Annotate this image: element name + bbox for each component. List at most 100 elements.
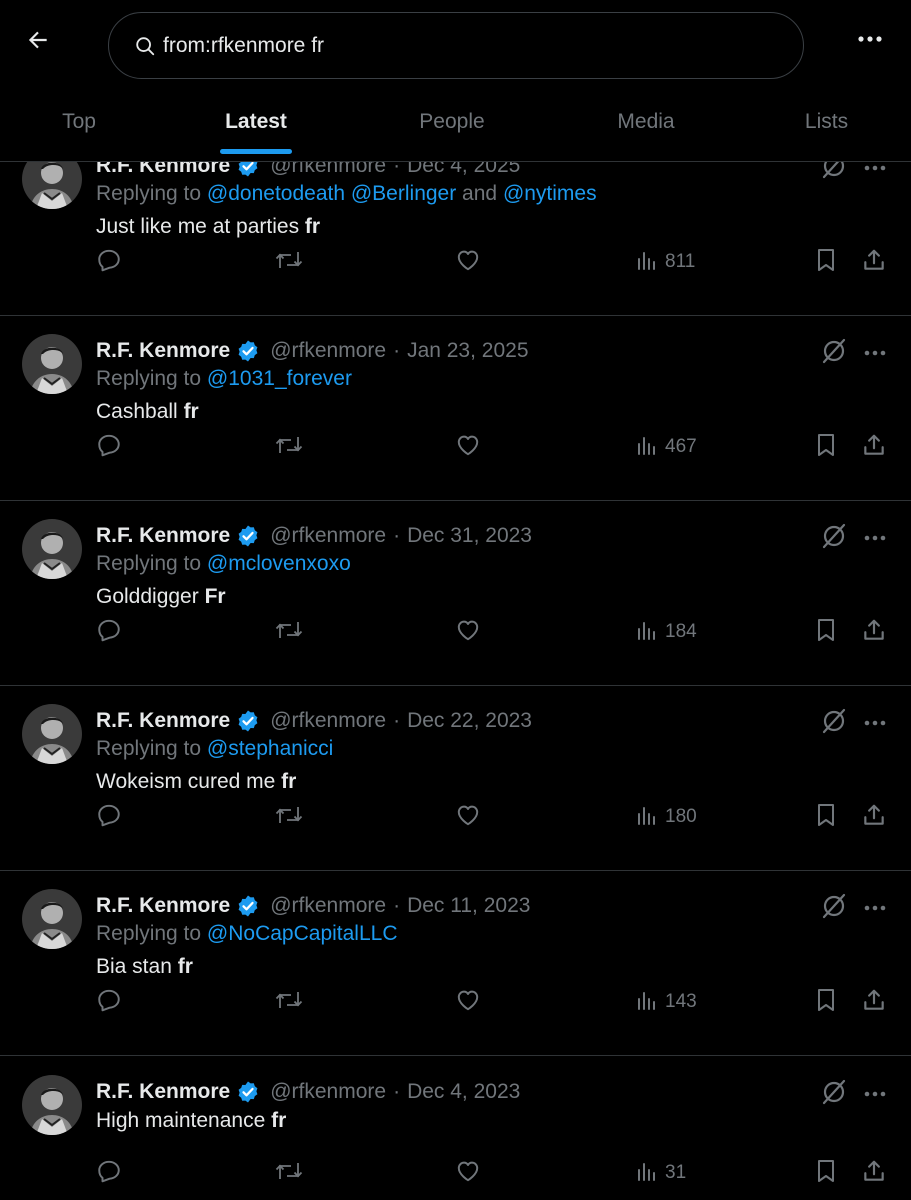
grok-button[interactable] <box>818 337 850 369</box>
retweet-button[interactable] <box>274 800 304 834</box>
bookmark-button[interactable] <box>814 245 838 279</box>
tweet-more-button[interactable] <box>860 895 890 919</box>
tweet-more-button[interactable] <box>860 1081 890 1105</box>
views-icon <box>635 248 659 277</box>
tweet[interactable]: R.F. Kenmore @rfkenmore · Dec 31, 2023 Reply… <box>0 501 911 686</box>
grok-button[interactable] <box>818 522 850 554</box>
views-button[interactable]: 467 <box>635 430 697 464</box>
like-button[interactable] <box>455 800 481 834</box>
separator-dot: · <box>393 1080 401 1103</box>
more-options-button[interactable] <box>850 24 890 54</box>
reply-button[interactable] <box>96 245 122 279</box>
like-button[interactable] <box>455 245 481 279</box>
bookmark-icon <box>814 247 838 278</box>
timestamp[interactable]: Dec 4, 2023 <box>407 1080 520 1104</box>
bookmark-button[interactable] <box>814 985 838 1019</box>
search-keyword-highlight: fr <box>281 770 297 793</box>
share-button[interactable] <box>861 615 887 649</box>
avatar[interactable] <box>22 704 82 764</box>
share-button[interactable] <box>861 985 887 1019</box>
handle[interactable]: @rfkenmore <box>270 524 386 548</box>
timestamp[interactable]: Dec 11, 2023 <box>407 894 530 918</box>
reply-button[interactable] <box>96 985 122 1019</box>
search-input[interactable] <box>163 33 763 58</box>
reply-button[interactable] <box>96 615 122 649</box>
display-name[interactable]: R.F. Kenmore <box>96 339 230 363</box>
avatar[interactable] <box>22 889 82 949</box>
avatar[interactable] <box>22 519 82 579</box>
retweet-button[interactable] <box>274 245 304 279</box>
like-button[interactable] <box>455 985 481 1019</box>
tab-media[interactable]: Media <box>550 92 742 152</box>
tab-top[interactable]: Top <box>0 92 158 152</box>
replying-to: Replying to @donetodeath @Berlinger and … <box>96 182 597 206</box>
reply-button[interactable] <box>96 1156 122 1190</box>
grok-icon <box>820 337 848 370</box>
mention-link[interactable]: @donetodeath <box>207 182 345 205</box>
retweet-button[interactable] <box>274 615 304 649</box>
grok-button[interactable] <box>818 892 850 924</box>
view-count: 180 <box>665 806 697 827</box>
views-button[interactable]: 180 <box>635 800 697 834</box>
grok-button[interactable] <box>818 707 850 739</box>
share-button[interactable] <box>861 245 887 279</box>
display-name[interactable]: R.F. Kenmore <box>96 894 230 918</box>
display-name[interactable]: R.F. Kenmore <box>96 1080 230 1104</box>
tweet-more-button[interactable] <box>860 525 890 549</box>
like-button[interactable] <box>455 430 481 464</box>
handle[interactable]: @rfkenmore <box>270 894 386 918</box>
tweet-more-button[interactable] <box>860 340 890 364</box>
tab-latest[interactable]: Latest <box>158 92 354 152</box>
tweet[interactable]: R.F. Kenmore @rfkenmore · Dec 22, 2023 Reply… <box>0 686 911 871</box>
reply-icon <box>96 802 122 833</box>
views-button[interactable]: 143 <box>635 985 697 1019</box>
timestamp[interactable]: Jan 23, 2025 <box>407 339 528 363</box>
handle[interactable]: @rfkenmore <box>270 709 386 733</box>
mention-link[interactable]: @NoCapCapitalLLC <box>207 922 398 945</box>
avatar[interactable] <box>22 1075 82 1135</box>
views-button[interactable]: 31 <box>635 1156 686 1190</box>
reply-button[interactable] <box>96 800 122 834</box>
share-button[interactable] <box>861 800 887 834</box>
tab-people[interactable]: People <box>354 92 550 152</box>
retweet-button[interactable] <box>274 985 304 1019</box>
bookmark-button[interactable] <box>814 615 838 649</box>
reply-button[interactable] <box>96 430 122 464</box>
mention-link[interactable]: @stephanicci <box>207 737 333 760</box>
views-button[interactable]: 811 <box>635 245 695 279</box>
retweet-button[interactable] <box>274 1156 304 1190</box>
tweet[interactable]: R.F. Kenmore @rfkenmore · Dec 4, 2023 High m… <box>0 1057 911 1200</box>
like-button[interactable] <box>455 615 481 649</box>
display-name[interactable]: R.F. Kenmore <box>96 709 230 733</box>
views-button[interactable]: 184 <box>635 615 697 649</box>
mention-link[interactable]: @nytimes <box>503 182 597 205</box>
grok-button[interactable] <box>818 1078 850 1110</box>
bookmark-button[interactable] <box>814 1156 838 1190</box>
avatar[interactable] <box>22 334 82 394</box>
share-button[interactable] <box>861 1156 887 1190</box>
share-button[interactable] <box>861 430 887 464</box>
views-icon <box>635 433 659 462</box>
tweet-text: Just like me at parties fr <box>96 215 320 239</box>
handle[interactable]: @rfkenmore <box>270 339 386 363</box>
timestamp[interactable]: Dec 31, 2023 <box>407 524 532 548</box>
heart-icon <box>455 432 481 463</box>
timestamp[interactable]: Dec 22, 2023 <box>407 709 532 733</box>
like-button[interactable] <box>455 1156 481 1190</box>
back-button[interactable] <box>20 22 56 58</box>
retweet-icon <box>274 617 304 648</box>
tweet[interactable]: R.F. Kenmore @rfkenmore · Dec 11, 2023 Reply… <box>0 871 911 1056</box>
retweet-button[interactable] <box>274 430 304 464</box>
tweet-more-button[interactable] <box>860 710 890 734</box>
bookmark-button[interactable] <box>814 800 838 834</box>
handle[interactable]: @rfkenmore <box>270 1080 386 1104</box>
tweet-feed: R.F. Kenmore @rfkenmore · Dec 4, 2025 Replyi… <box>0 0 911 1200</box>
mention-link[interactable]: @Berlinger <box>351 182 456 205</box>
bookmark-button[interactable] <box>814 430 838 464</box>
display-name[interactable]: R.F. Kenmore <box>96 524 230 548</box>
tab-lists[interactable]: Lists <box>742 92 911 152</box>
tweet[interactable]: R.F. Kenmore @rfkenmore · Jan 23, 2025 Reply… <box>0 316 911 501</box>
mention-link[interactable]: @1031_forever <box>207 367 352 390</box>
mention-link[interactable]: @mclovenxoxo <box>207 552 351 575</box>
search-bar[interactable] <box>108 12 804 79</box>
